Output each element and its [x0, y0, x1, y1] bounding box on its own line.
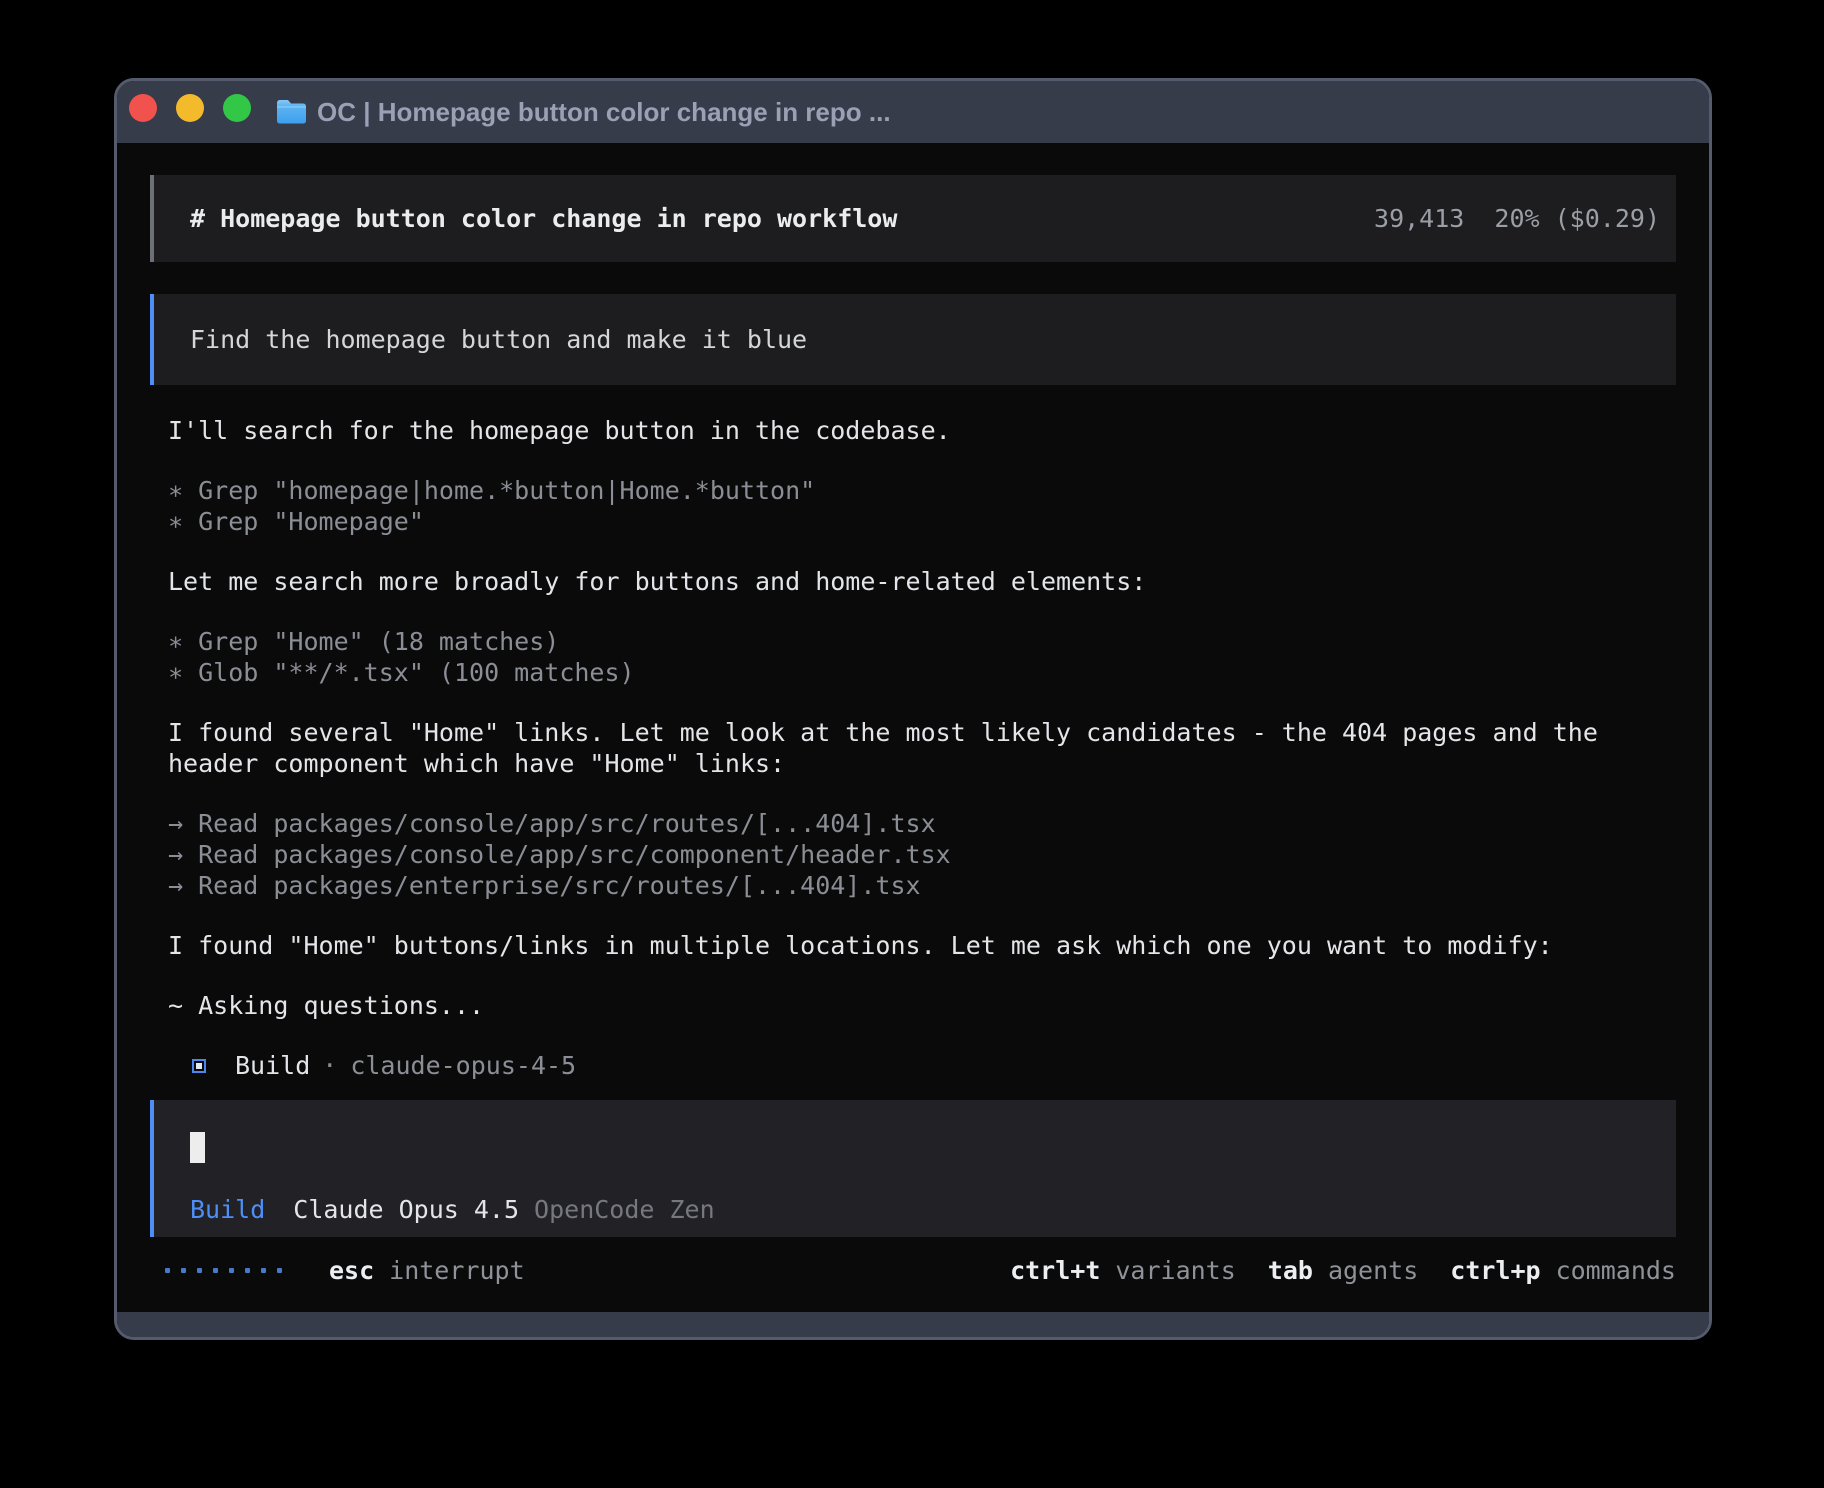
dot-separator: ·	[322, 1050, 337, 1081]
assistant-paragraph: ~ Asking questions...	[168, 990, 1598, 1021]
model-label: Claude Opus 4.5	[293, 1194, 519, 1225]
minimize-button[interactable]	[176, 94, 204, 122]
input-cursor	[190, 1132, 205, 1163]
terminal-window: OC | Homepage button color change in rep…	[114, 78, 1712, 1340]
status-right: ctrl+t variants tab agents ctrl+p comman…	[1010, 1255, 1676, 1286]
spinner-dot	[165, 1268, 170, 1273]
tool-call-line: ∗ Grep "homepage|home.*button|Home.*butt…	[168, 476, 815, 505]
assistant-line: I found "Home" buttons/links in multiple…	[168, 931, 1553, 960]
assistant-line: Let me search more broadly for buttons a…	[168, 567, 1146, 596]
agent-name: Build	[235, 1050, 310, 1081]
tool-call-group: → Read packages/console/app/src/routes/[…	[168, 808, 1598, 901]
assistant-line: header component which have "Home" links…	[168, 749, 785, 778]
status-left: esc interrupt	[165, 1255, 525, 1286]
ctrl-p-key: ctrl+p	[1450, 1255, 1540, 1286]
spinner-dot	[229, 1268, 234, 1273]
tool-call-line: → Read packages/console/app/src/routes/[…	[168, 809, 936, 838]
esc-key-hint: esc	[329, 1255, 374, 1286]
provider-label: OpenCode Zen	[534, 1194, 715, 1225]
tool-call-group: ∗ Grep "Home" (18 matches)∗ Glob "**/*.t…	[168, 626, 1598, 688]
spinner-dot	[277, 1268, 282, 1273]
spinner-dots	[165, 1268, 293, 1273]
assistant-paragraph: Let me search more broadly for buttons a…	[168, 566, 1598, 597]
session-title: # Homepage button color change in repo w…	[190, 203, 897, 234]
spinner-dot	[181, 1268, 186, 1273]
prompt-input[interactable]: Build Claude Opus 4.5 OpenCode Zen	[150, 1100, 1676, 1237]
hint-variants: ctrl+t variants	[1010, 1255, 1236, 1286]
user-message: Find the homepage button and make it blu…	[150, 294, 1676, 385]
model-name: claude-opus-4-5	[350, 1050, 576, 1081]
assistant-line: I'll search for the homepage button in t…	[168, 416, 951, 445]
tab-key: tab	[1268, 1255, 1313, 1286]
assistant-line: ~ Asking questions...	[168, 991, 484, 1020]
bottom-chrome-band	[117, 1312, 1709, 1337]
ctrl-t-key: ctrl+t	[1010, 1255, 1100, 1286]
user-message-text: Find the homepage button and make it blu…	[190, 324, 807, 355]
assistant-paragraph: I found "Home" buttons/links in multiple…	[168, 930, 1598, 961]
editor-footer: Build Claude Opus 4.5 OpenCode Zen	[190, 1194, 715, 1225]
spinner-dot	[261, 1268, 266, 1273]
session-header: # Homepage button color change in repo w…	[150, 175, 1676, 262]
interrupt-label: interrupt	[389, 1255, 524, 1286]
hint-commands: ctrl+p commands	[1450, 1255, 1676, 1286]
mode-label: Build	[190, 1194, 265, 1225]
tool-call-line: ∗ Grep "Homepage"	[168, 507, 424, 536]
titlebar[interactable]: OC | Homepage button color change in rep…	[117, 81, 1709, 143]
assistant-line: I found several "Home" links. Let me loo…	[168, 718, 1598, 747]
close-button[interactable]	[129, 94, 157, 122]
session-stats: 39,413 20% ($0.29)	[1374, 203, 1660, 234]
hint-agents: tab agents	[1268, 1255, 1418, 1286]
tool-call-line: ∗ Grep "Home" (18 matches)	[168, 627, 559, 656]
assistant-paragraph: I found several "Home" links. Let me loo…	[168, 717, 1598, 779]
spinner-dot	[245, 1268, 250, 1273]
agent-status-icon	[192, 1059, 206, 1073]
tool-call-line: ∗ Glob "**/*.tsx" (100 matches)	[168, 658, 635, 687]
agent-task-row: Build · claude-opus-4-5	[168, 1050, 1598, 1081]
assistant-paragraph: I'll search for the homepage button in t…	[168, 415, 1598, 446]
tool-call-group: ∗ Grep "homepage|home.*button|Home.*butt…	[168, 475, 1598, 537]
status-bar: esc interrupt ctrl+t variants tab agents…	[165, 1253, 1676, 1287]
window-title: OC | Homepage button color change in rep…	[317, 81, 891, 143]
spinner-dot	[213, 1268, 218, 1273]
spinner-dot	[197, 1268, 202, 1273]
folder-icon	[275, 97, 308, 129]
assistant-response: I'll search for the homepage button in t…	[168, 415, 1598, 1081]
maximize-button[interactable]	[223, 94, 251, 122]
tool-call-line: → Read packages/enterprise/src/routes/[.…	[168, 871, 921, 900]
tool-call-line: → Read packages/console/app/src/componen…	[168, 840, 951, 869]
